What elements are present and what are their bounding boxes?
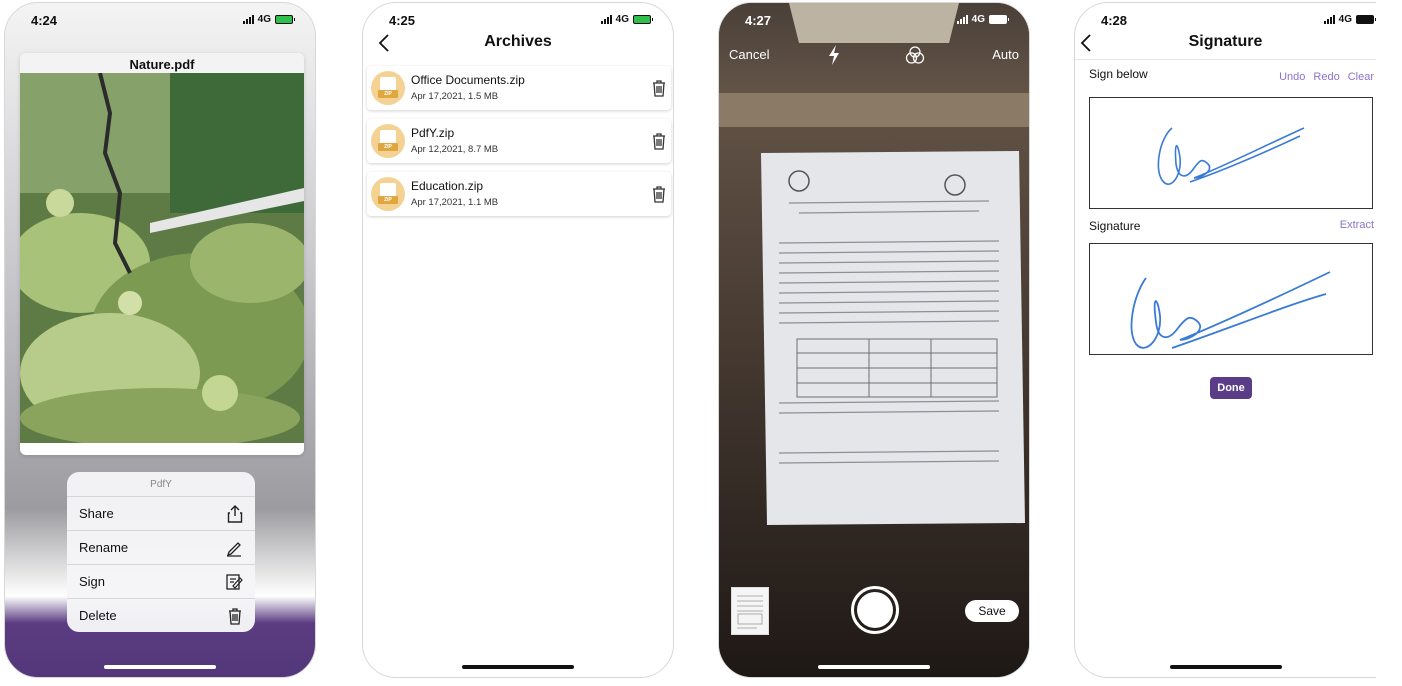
signal-icon bbox=[600, 15, 612, 24]
scan-thumbnail[interactable] bbox=[731, 587, 769, 635]
phone-screen-scanner: 4:27 4G Cancel Auto Save bbox=[718, 2, 1030, 678]
sign-below-label: Sign below bbox=[1089, 67, 1148, 81]
signature-pad[interactable] bbox=[1089, 97, 1373, 209]
page-title: Archives bbox=[484, 33, 552, 50]
save-button[interactable]: Save bbox=[965, 600, 1019, 622]
flash-icon[interactable] bbox=[827, 45, 841, 65]
status-time: 4:27 bbox=[745, 13, 772, 28]
network-label: 4G bbox=[971, 14, 985, 25]
nav-bar: Signature bbox=[1075, 29, 1376, 59]
share-icon bbox=[227, 504, 243, 523]
action-sheet-title: PdfY bbox=[67, 472, 255, 497]
trash-icon bbox=[229, 607, 241, 625]
signature-label: Signature bbox=[1089, 219, 1141, 233]
sign-button[interactable]: Sign bbox=[67, 565, 255, 599]
status-bar: 4:27 4G bbox=[719, 3, 1029, 37]
phone-screen-signature: 4:28 4G Signature Sign below Undo Redo C… bbox=[1074, 2, 1376, 678]
plant-photo bbox=[20, 73, 304, 443]
home-indicator bbox=[818, 665, 930, 669]
auto-mode-button[interactable]: Auto bbox=[992, 47, 1019, 62]
battery-charging-icon bbox=[633, 15, 653, 24]
home-indicator bbox=[462, 665, 574, 669]
status-time: 4:28 bbox=[1101, 13, 1128, 28]
file-name: Office Documents.zip bbox=[411, 73, 525, 87]
delete-label: Delete bbox=[79, 608, 117, 623]
phone-screen-pdf-actions: 4:24 4G Nature.pdf PdfY Share Rename Sig… bbox=[4, 2, 316, 678]
undo-button[interactable]: Undo bbox=[1279, 71, 1305, 83]
signature-preview bbox=[1089, 243, 1373, 355]
signature-actions: Undo Redo Clear bbox=[1279, 71, 1374, 83]
filter-icon[interactable] bbox=[905, 46, 925, 64]
file-name: Education.zip bbox=[411, 179, 484, 193]
status-time: 4:24 bbox=[31, 13, 58, 28]
trash-icon[interactable] bbox=[651, 132, 667, 150]
share-button[interactable]: Share bbox=[67, 497, 255, 531]
status-time: 4:25 bbox=[389, 13, 416, 28]
clear-button[interactable]: Clear bbox=[1348, 71, 1374, 83]
battery-icon bbox=[1356, 15, 1376, 24]
cancel-button[interactable]: Cancel bbox=[729, 47, 769, 62]
pdf-preview[interactable]: Nature.pdf bbox=[20, 53, 304, 455]
nav-bar: Archives bbox=[363, 29, 673, 59]
phone-screen-archives: 4:25 4G Archives ZIP Office Documents.zi… bbox=[362, 2, 674, 678]
file-meta: Apr 12,2021, 8.7 MB bbox=[411, 144, 499, 155]
trash-icon[interactable] bbox=[651, 79, 667, 97]
network-label: 4G bbox=[615, 14, 629, 25]
list-item[interactable]: ZIP Education.zip Apr 17,2021, 1.1 MB bbox=[367, 172, 671, 216]
delete-button[interactable]: Delete bbox=[67, 599, 255, 632]
camera-viewfinder bbox=[719, 3, 1029, 677]
trash-icon[interactable] bbox=[651, 185, 667, 203]
zip-file-icon: ZIP bbox=[371, 71, 405, 105]
page-title: Signature bbox=[1188, 33, 1263, 50]
rename-label: Rename bbox=[79, 540, 129, 555]
rename-button[interactable]: Rename bbox=[67, 531, 255, 565]
file-name: PdfY.zip bbox=[411, 126, 455, 140]
zip-file-icon: ZIP bbox=[371, 177, 405, 211]
pencil-icon bbox=[226, 541, 241, 557]
network-label: 4G bbox=[1338, 14, 1352, 25]
done-button[interactable]: Done bbox=[1210, 377, 1252, 399]
signature-extracted-drawing bbox=[1130, 271, 1331, 349]
battery-charging-icon bbox=[275, 15, 295, 24]
status-bar: 4:24 4G bbox=[5, 3, 315, 37]
sign-label: Sign bbox=[79, 574, 106, 589]
shutter-button[interactable] bbox=[851, 586, 899, 634]
camera-toolbar: Cancel Auto bbox=[719, 45, 1029, 69]
document-title: Nature.pdf bbox=[20, 53, 304, 73]
home-indicator bbox=[1169, 665, 1282, 669]
signal-icon bbox=[1323, 15, 1335, 24]
back-chevron-icon[interactable] bbox=[1077, 33, 1097, 53]
file-meta: Apr 17,2021, 1.5 MB bbox=[411, 91, 499, 102]
back-chevron-icon[interactable] bbox=[375, 33, 395, 53]
list-item[interactable]: ZIP Office Documents.zip Apr 17,2021, 1.… bbox=[367, 66, 671, 110]
signature-drawing bbox=[1157, 127, 1305, 185]
signal-icon bbox=[956, 15, 968, 24]
file-meta: Apr 17,2021, 1.1 MB bbox=[411, 197, 499, 208]
home-indicator bbox=[104, 665, 216, 669]
share-label: Share bbox=[79, 506, 114, 521]
sign-icon bbox=[226, 573, 243, 590]
action-sheet: PdfY Share Rename Sign Delete bbox=[67, 472, 255, 632]
list-item[interactable]: ZIP PdfY.zip Apr 12,2021, 8.7 MB bbox=[367, 119, 671, 163]
redo-button[interactable]: Redo bbox=[1313, 71, 1339, 83]
signal-icon bbox=[242, 15, 254, 24]
zip-file-icon: ZIP bbox=[371, 124, 405, 158]
extract-button[interactable]: Extract bbox=[1340, 219, 1374, 231]
network-label: 4G bbox=[257, 14, 271, 25]
battery-icon bbox=[989, 15, 1009, 24]
